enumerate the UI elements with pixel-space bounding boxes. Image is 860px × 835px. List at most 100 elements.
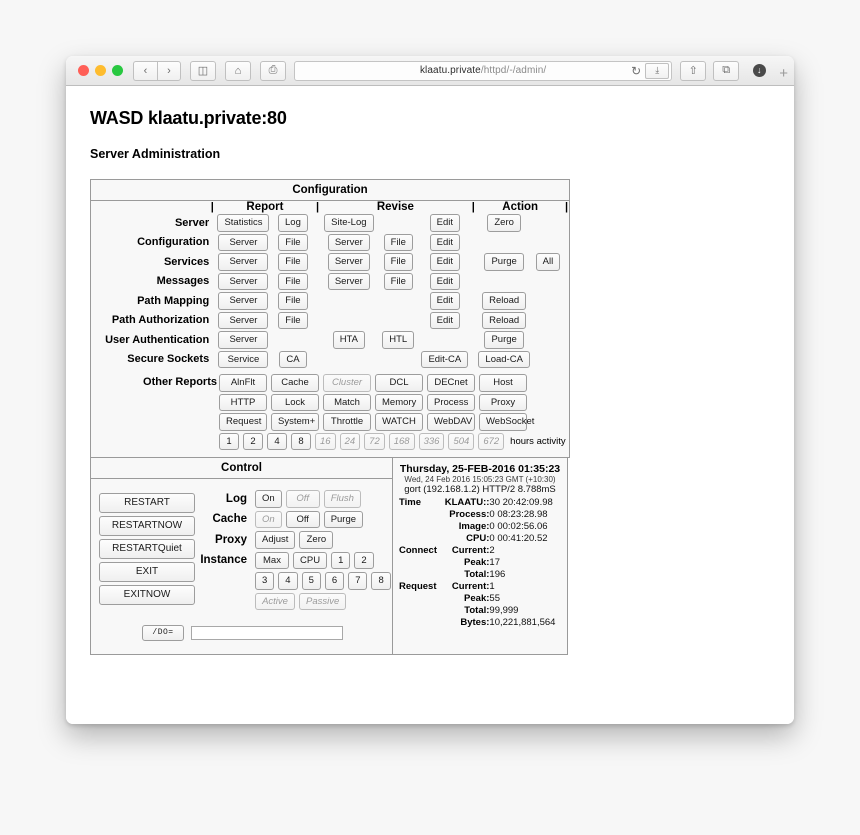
revise-server-button[interactable]: Server (327, 233, 370, 251)
proxy-zero-button[interactable]: Zero (299, 531, 334, 549)
revise-file-button[interactable]: File (383, 272, 413, 290)
report-file-button[interactable]: File (278, 292, 308, 310)
reader-view-icon[interactable]: ⤓ (645, 62, 670, 79)
report-file-button[interactable]: File (278, 272, 308, 290)
downloads-icon[interactable]: ↓ (746, 61, 772, 81)
report-statistics-button[interactable]: Statistics (217, 214, 270, 232)
home-icon[interactable]: ⌂ (225, 60, 251, 81)
revise-file-button[interactable]: File (383, 233, 413, 251)
edit-button[interactable]: Edit-CA (421, 350, 469, 368)
report-request-button[interactable]: Request (219, 413, 267, 431)
action-reload-button[interactable]: Reload (482, 311, 527, 329)
proxy-adjust-button[interactable]: Adjust (255, 531, 296, 549)
close-window-button[interactable] (78, 65, 89, 76)
control-exit-button[interactable]: EXIT (99, 561, 195, 582)
revise-server-button[interactable]: Server (327, 272, 370, 290)
hours-1-button[interactable]: 1 (219, 432, 239, 450)
forward-icon[interactable]: › (157, 60, 181, 81)
action-load-ca-button[interactable]: Load-CA (478, 350, 530, 368)
report-file-button[interactable]: File (278, 233, 308, 251)
report-webdav-button[interactable]: WebDAV (427, 413, 475, 431)
report-host-button[interactable]: Host (479, 374, 527, 392)
instance-cpu-button[interactable]: CPU (293, 551, 328, 569)
revise-site-log-button[interactable]: Site-Log (324, 214, 374, 232)
report-server-button[interactable]: Server (218, 331, 269, 349)
instance-numbers-row: 345678 (195, 571, 393, 591)
action-zero-button[interactable]: Zero (487, 214, 521, 232)
instance-6-button[interactable]: 6 (324, 572, 345, 590)
do-button[interactable]: /DO= (142, 625, 184, 641)
edit-button[interactable]: Edit (429, 233, 460, 251)
maximize-window-button[interactable] (112, 65, 123, 76)
revise-server-button[interactable]: Server (327, 253, 370, 271)
control-restartnow-button[interactable]: RESTARTNOW (99, 515, 195, 536)
revise-htl-button[interactable]: HTL (382, 331, 415, 349)
report-dcl-button[interactable]: DCL (375, 374, 423, 392)
action-reload-button[interactable]: Reload (482, 292, 527, 310)
edit-button[interactable]: Edit (429, 214, 460, 232)
control-exitnow-button[interactable]: EXITNOW (99, 584, 195, 605)
hours-4-button[interactable]: 4 (267, 432, 287, 450)
report-proxy-button[interactable]: Proxy (479, 393, 527, 411)
log-on-button[interactable]: On (255, 490, 282, 508)
report-server-button[interactable]: Server (218, 233, 269, 251)
new-tab-icon[interactable]: + (779, 65, 788, 82)
do-input[interactable] (191, 626, 343, 640)
action-all-button[interactable]: All (535, 253, 561, 271)
report-throttle-button[interactable]: Throttle (323, 413, 371, 431)
control-restartquiet-button[interactable]: RESTARTQuiet (99, 538, 195, 559)
report-server-button[interactable]: Server (218, 253, 269, 271)
action-purge-button[interactable]: Purge (484, 253, 524, 271)
instance-7-button[interactable]: 7 (348, 572, 368, 590)
print-icon[interactable]: ⎙ (260, 60, 286, 81)
report-file-button[interactable]: File (278, 311, 308, 329)
report-http-button[interactable]: HTTP (219, 393, 267, 411)
back-icon[interactable]: ‹ (133, 60, 157, 81)
hours-2-button[interactable]: 2 (243, 432, 263, 450)
configuration-panel-title: Configuration (91, 180, 569, 201)
report-service-button[interactable]: Service (218, 350, 269, 368)
report-process-button[interactable]: Process (427, 393, 475, 411)
instance-2-button[interactable]: 2 (354, 551, 374, 569)
reload-icon[interactable]: ↻ (631, 64, 641, 78)
minimize-window-button[interactable] (95, 65, 106, 76)
instance-5-button[interactable]: 5 (301, 572, 321, 590)
instance-1-button[interactable]: 1 (331, 551, 351, 569)
report-server-button[interactable]: Server (218, 292, 269, 310)
control-restart-button[interactable]: RESTART (99, 492, 195, 513)
instance-3-button[interactable]: 3 (255, 572, 275, 590)
report-log-button[interactable]: Log (278, 214, 308, 232)
revise-file-button[interactable]: File (383, 253, 413, 271)
report-memory-button[interactable]: Memory (375, 393, 423, 411)
edit-button[interactable]: Edit (429, 311, 460, 329)
report-cache-button[interactable]: Cache (271, 374, 319, 392)
cache-purge-button[interactable]: Purge (323, 510, 364, 528)
instance-8-button[interactable]: 8 (371, 572, 391, 590)
cache-off-button[interactable]: Off (285, 510, 320, 528)
report-websocket-button[interactable]: WebSocket (479, 413, 534, 431)
revise-hta-button[interactable]: HTA (332, 331, 365, 349)
report-server-button[interactable]: Server (218, 272, 269, 290)
address-bar[interactable]: klaatu.private/httpd/-/admin/ ↻ ⤓ (294, 60, 673, 81)
tabs-icon[interactable]: ⧉ (713, 60, 740, 81)
report-ca-button[interactable]: CA (279, 350, 307, 368)
edit-button[interactable]: Edit (429, 253, 460, 271)
report-file-button[interactable]: File (278, 253, 308, 271)
instance-4-button[interactable]: 4 (278, 572, 298, 590)
report-system--button[interactable]: System+ (271, 413, 319, 431)
report-decnet-button[interactable]: DECnet (427, 374, 475, 392)
report-watch-button[interactable]: WATCH (375, 413, 423, 431)
report-match-button[interactable]: Match (323, 393, 371, 411)
sidebar-icon[interactable]: ◫ (190, 60, 216, 81)
report-alnflt-button[interactable]: AlnFlt (219, 374, 267, 392)
edit-button[interactable]: Edit (429, 292, 460, 310)
report-lock-button[interactable]: Lock (271, 393, 319, 411)
report-server-button[interactable]: Server (218, 311, 269, 329)
share-icon[interactable]: ⇧ (680, 60, 707, 81)
edit-button[interactable]: Edit (429, 272, 460, 290)
hours-8-button[interactable]: 8 (291, 432, 311, 450)
action-purge-button[interactable]: Purge (484, 331, 524, 349)
status-row: CPU: 0 00:41:20.52 (399, 533, 561, 545)
instance-max-button[interactable]: Max (255, 551, 289, 569)
revise-cell-1: Server (321, 252, 377, 272)
